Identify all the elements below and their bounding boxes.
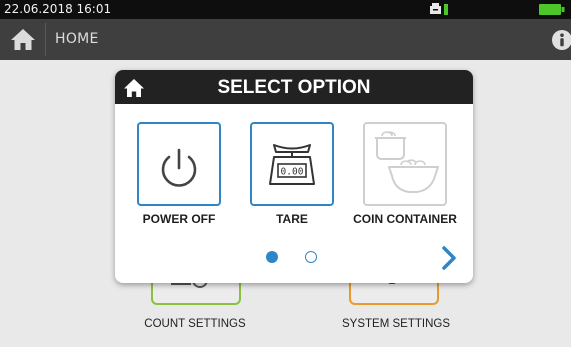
battery-icon (539, 4, 565, 15)
tare-label: TARE (276, 212, 308, 226)
coin-container-label: COIN CONTAINER (353, 212, 457, 226)
dialog-title: SELECT OPTION (217, 77, 371, 98)
power-off-button[interactable] (137, 122, 221, 206)
scale-icon: 0.00 (269, 144, 315, 185)
app-header: HOME (0, 19, 571, 60)
page-title: HOME (55, 31, 99, 47)
system-settings-label: SYSTEM SETTINGS (342, 318, 450, 330)
select-option-dialog: SELECT OPTION POWER OFF 0.00 TARE COIN C… (115, 70, 473, 283)
info-icon[interactable] (551, 29, 571, 51)
power-icon (161, 148, 197, 187)
status-datetime: 22.06.2018 16:01 (4, 2, 112, 16)
home-icon[interactable] (10, 27, 36, 51)
chevron-right-icon[interactable] (438, 245, 460, 271)
scale-display: 0.00 (281, 167, 304, 178)
tare-button[interactable]: 0.00 (250, 122, 334, 206)
header-divider (45, 23, 46, 56)
count-settings-label: COUNT SETTINGS (144, 318, 246, 330)
page-indicator-2[interactable] (305, 251, 317, 263)
printer-status-icon (430, 3, 448, 15)
dialog-header: SELECT OPTION (115, 70, 473, 104)
coin-container-icon (375, 131, 439, 193)
power-off-label: POWER OFF (142, 212, 216, 226)
home-icon[interactable] (123, 78, 145, 98)
page-indicator-1[interactable] (266, 251, 278, 263)
coin-container-button[interactable] (363, 122, 447, 206)
status-bar: 22.06.2018 16:01 (0, 0, 571, 19)
